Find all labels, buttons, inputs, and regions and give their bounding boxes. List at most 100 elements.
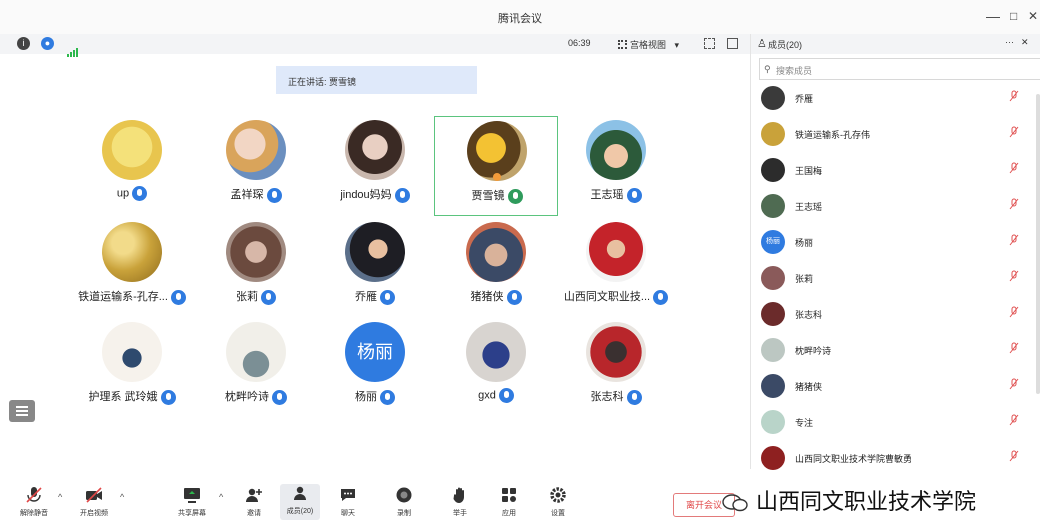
invite-button[interactable]: 邀请: [234, 486, 274, 518]
mic-muted-icon[interactable]: [1009, 450, 1019, 465]
mic-muted-icon[interactable]: [1009, 198, 1019, 213]
participant-tile[interactable]: 铁道运输系-孔存...: [70, 218, 194, 318]
member-list-item[interactable]: 猪猪侠: [751, 368, 1040, 404]
participant-tile[interactable]: gxd: [434, 318, 558, 418]
avatar: [226, 120, 286, 180]
layout-icon[interactable]: [727, 38, 738, 49]
view-mode-dropdown[interactable]: 宫格视图 ▾: [618, 38, 679, 51]
share-button-label: 共享屏幕: [178, 510, 206, 517]
participant-tile[interactable]: 孟祥琛: [194, 116, 318, 216]
members-button[interactable]: 成员(20): [280, 484, 320, 520]
participant-name-row: 山西同文职业技...: [554, 288, 678, 305]
chat-button[interactable]: 聊天: [328, 486, 368, 518]
mic-icon: [498, 388, 514, 403]
participant-tile[interactable]: 张莉: [194, 218, 318, 318]
mic-icon: [266, 187, 282, 203]
wechat-icon: [722, 494, 748, 512]
mic-muted-icon[interactable]: [1009, 414, 1019, 429]
share-options-caret[interactable]: ^: [219, 492, 223, 502]
avatar: [586, 222, 646, 282]
participant-name-row: 枕畔吟诗: [194, 388, 318, 405]
mic-muted-icon[interactable]: [1009, 378, 1019, 393]
member-list-item[interactable]: 王志瑶: [751, 188, 1040, 224]
record-button[interactable]: 录制: [384, 486, 424, 518]
mic-muted-icon[interactable]: [1009, 306, 1019, 321]
avatar-text: 杨丽: [357, 342, 393, 362]
participant-tile[interactable]: 王志瑶: [554, 116, 678, 216]
member-name: 杨丽: [795, 238, 814, 248]
member-list-item[interactable]: 张莉: [751, 260, 1040, 296]
participant-tile[interactable]: 杨丽 杨丽: [313, 318, 437, 418]
participant-tile[interactable]: jindou妈妈: [313, 116, 437, 216]
view-mode-label: 宫格视图: [630, 40, 667, 50]
video-button[interactable]: 开启视频: [74, 486, 114, 518]
member-avatar: [761, 302, 785, 326]
mute-button-label: 解除静音: [20, 510, 48, 517]
mute-options-caret[interactable]: ^: [58, 492, 62, 502]
mic-icon: [653, 289, 669, 305]
member-avatar-text: 杨丽: [766, 238, 780, 245]
mic-icon: [394, 187, 410, 203]
participant-name-row: up: [70, 186, 194, 201]
scrollbar[interactable]: [1036, 94, 1040, 394]
mic-muted-icon[interactable]: [1009, 234, 1019, 249]
watermark: 山西同文职业技术学院: [722, 484, 976, 516]
speaking-indicator-icon: [493, 173, 501, 181]
fullscreen-icon[interactable]: [704, 38, 715, 49]
participant-tile[interactable]: 护理系 武玲娥: [70, 318, 194, 418]
hand-button[interactable]: 举手: [440, 486, 480, 518]
apps-button-label: 应用: [502, 510, 516, 517]
member-list-item[interactable]: 铁道运输系-孔存伟: [751, 116, 1040, 152]
participant-tile[interactable]: 猪猪侠: [434, 218, 558, 318]
participant-name: 孟祥琛: [230, 189, 264, 201]
participant-tile[interactable]: up: [70, 116, 194, 216]
settings-button[interactable]: 设置: [538, 486, 578, 518]
apps-button[interactable]: 应用: [489, 486, 529, 518]
participant-name-row: 张志科: [554, 388, 678, 405]
mute-button[interactable]: 解除静音: [14, 486, 54, 518]
shield-icon[interactable]: ●: [41, 37, 54, 50]
participant-tile[interactable]: 枕畔吟诗: [194, 318, 318, 418]
mic-icon: [626, 187, 642, 203]
menu-button[interactable]: [9, 400, 35, 422]
mic-muted-icon[interactable]: [1009, 342, 1019, 357]
member-search-input[interactable]: ⚲ 搜索成员: [759, 58, 1040, 80]
mic-muted-icon[interactable]: [1009, 126, 1019, 141]
member-name: 猪猪侠: [795, 382, 823, 392]
mic-icon: [380, 289, 395, 305]
member-avatar: [761, 158, 785, 182]
chat-icon: [328, 486, 368, 504]
avatar: [466, 322, 526, 382]
participant-name: jindou妈妈: [340, 189, 392, 201]
minimize-button[interactable]: —: [986, 8, 1000, 24]
mic-muted-icon[interactable]: [1009, 162, 1019, 177]
close-window-button[interactable]: ✕: [1028, 9, 1038, 23]
more-icon[interactable]: ···: [1005, 37, 1014, 47]
participant-name-row: 贾雪镜: [435, 187, 559, 204]
member-list-item[interactable]: 王国梅: [751, 152, 1040, 188]
invite-button-label: 邀请: [247, 510, 261, 517]
member-list-item[interactable]: 乔雁: [751, 80, 1040, 116]
share-button[interactable]: 共享屏幕: [172, 486, 212, 518]
member-list-item[interactable]: 杨丽 杨丽: [751, 224, 1040, 260]
maximize-button[interactable]: □: [1010, 9, 1017, 23]
participant-tile[interactable]: 乔雁: [313, 218, 437, 318]
member-name: 张志科: [795, 310, 823, 320]
participant-name: 铁道运输系-孔存...: [78, 291, 168, 303]
member-list-item[interactable]: 山西同文职业技术学院曹敏勇: [751, 440, 1040, 476]
members-panel-title: 成员(20): [768, 40, 803, 50]
member-list-item[interactable]: 枕畔吟诗: [751, 332, 1040, 368]
member-list-item[interactable]: 专注: [751, 404, 1040, 440]
mic-muted-icon[interactable]: [1009, 90, 1019, 105]
member-avatar: [761, 446, 785, 470]
video-options-caret[interactable]: ^: [120, 492, 124, 502]
participant-name: 护理系 武玲娥: [88, 391, 158, 403]
participant-tile[interactable]: 张志科: [554, 318, 678, 418]
participant-tile[interactable]: 贾雪镜: [434, 116, 558, 216]
info-icon[interactable]: i: [17, 37, 30, 50]
member-name: 山西同文职业技术学院曹敏勇: [795, 454, 913, 464]
close-panel-button[interactable]: ✕: [1021, 37, 1029, 48]
participant-tile[interactable]: 山西同文职业技...: [554, 218, 678, 318]
member-list-item[interactable]: 张志科: [751, 296, 1040, 332]
mic-muted-icon[interactable]: [1009, 270, 1019, 285]
